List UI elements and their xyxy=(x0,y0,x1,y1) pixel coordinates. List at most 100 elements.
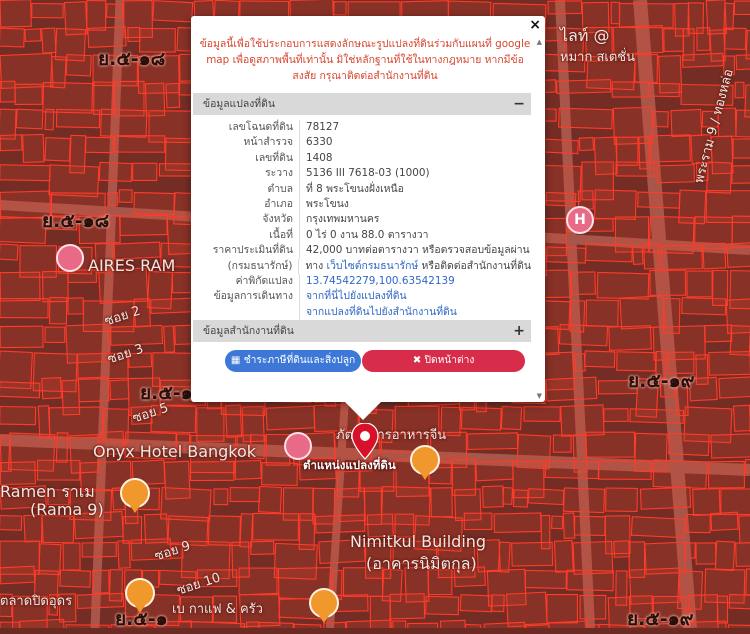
land-parcel[interactable] xyxy=(465,624,481,628)
land-parcel[interactable] xyxy=(709,352,750,376)
land-parcel[interactable] xyxy=(548,1,582,14)
land-parcel[interactable] xyxy=(580,595,606,619)
land-parcel[interactable] xyxy=(119,190,132,203)
land-parcel[interactable] xyxy=(513,490,527,507)
land-parcel[interactable] xyxy=(43,82,93,113)
land-parcel[interactable] xyxy=(567,570,614,591)
land-parcel[interactable] xyxy=(99,162,132,181)
land-parcel[interactable] xyxy=(561,405,604,436)
land-parcel[interactable] xyxy=(66,55,91,76)
land-parcel[interactable] xyxy=(0,28,24,47)
land-parcel[interactable] xyxy=(611,2,619,23)
place-label-bottom-left[interactable]: ตลาดปิดอุดร xyxy=(0,590,72,611)
land-parcel[interactable] xyxy=(730,325,750,355)
land-parcel[interactable] xyxy=(262,463,298,486)
land-parcel[interactable] xyxy=(42,378,62,399)
land-parcel[interactable] xyxy=(134,192,175,214)
land-parcel[interactable] xyxy=(0,272,40,301)
land-parcel[interactable] xyxy=(0,515,22,530)
land-parcel[interactable] xyxy=(133,163,157,180)
land-parcel[interactable] xyxy=(525,570,566,588)
land-parcel[interactable] xyxy=(682,298,726,315)
land-parcel[interactable] xyxy=(736,542,750,566)
land-parcel[interactable] xyxy=(571,272,595,295)
land-parcel[interactable] xyxy=(393,621,406,628)
land-parcel[interactable] xyxy=(554,540,573,572)
restaurant-marker-icon[interactable] xyxy=(410,445,440,475)
land-parcel[interactable] xyxy=(609,326,651,351)
land-parcel[interactable] xyxy=(16,109,43,129)
land-parcel[interactable] xyxy=(682,53,723,67)
cafe-marker-icon[interactable] xyxy=(309,588,339,618)
land-parcel[interactable] xyxy=(703,243,726,269)
place-marker-icon[interactable] xyxy=(284,432,312,460)
land-parcel[interactable] xyxy=(619,3,673,27)
land-parcel[interactable] xyxy=(0,135,22,151)
land-parcel[interactable] xyxy=(0,299,48,318)
land-parcel[interactable] xyxy=(101,109,147,137)
land-parcel[interactable] xyxy=(464,513,492,529)
land-parcel[interactable] xyxy=(528,489,564,505)
land-parcel[interactable] xyxy=(725,28,746,50)
land-parcel[interactable] xyxy=(638,192,680,208)
land-parcel[interactable] xyxy=(0,326,43,347)
land-parcel[interactable] xyxy=(23,134,44,162)
land-parcel[interactable] xyxy=(547,595,578,623)
land-parcel[interactable] xyxy=(483,486,504,507)
land-parcel[interactable] xyxy=(617,137,638,165)
land-parcel[interactable] xyxy=(214,489,228,505)
land-parcel[interactable] xyxy=(724,3,734,29)
place-marker-icon[interactable] xyxy=(56,244,84,272)
land-parcel[interactable] xyxy=(575,354,586,371)
land-parcel[interactable] xyxy=(711,434,750,459)
land-parcel[interactable] xyxy=(563,513,575,538)
land-parcel[interactable] xyxy=(498,542,510,572)
land-parcel[interactable] xyxy=(259,486,282,512)
pay-land-tax-button[interactable]: ▦ ชำระภาษีที่ดินและสิ่งปลูกสร้าง xyxy=(225,350,361,372)
land-parcel[interactable] xyxy=(745,459,750,473)
land-parcel[interactable] xyxy=(633,246,643,264)
collapse-icon[interactable]: − xyxy=(513,93,525,115)
land-parcel[interactable] xyxy=(63,543,80,570)
coordinates-link[interactable]: 13.74542279,100.63542139 xyxy=(306,275,455,287)
land-parcel[interactable] xyxy=(732,165,750,183)
land-parcel[interactable] xyxy=(258,622,293,628)
land-parcel[interactable] xyxy=(579,138,593,151)
land-parcel[interactable] xyxy=(293,624,321,628)
land-parcel[interactable] xyxy=(38,460,80,480)
land-parcel[interactable] xyxy=(604,409,628,422)
place-label-bottom-center[interactable]: เบ กาแฟ & ครัว xyxy=(172,598,263,619)
land-parcel[interactable] xyxy=(68,298,84,314)
scroll-up-icon[interactable]: ▲ xyxy=(537,38,542,46)
land-parcel[interactable] xyxy=(0,622,19,628)
land-parcel[interactable] xyxy=(736,53,750,70)
restaurant-marker-icon[interactable] xyxy=(125,578,155,608)
land-parcel[interactable] xyxy=(524,407,560,422)
directions-to-parcel-link[interactable]: จากที่นี่ไปยังแปลงที่ดิน xyxy=(306,290,407,302)
land-parcel[interactable] xyxy=(552,516,563,529)
land-parcel[interactable] xyxy=(120,215,167,235)
land-parcel[interactable] xyxy=(547,247,586,263)
land-parcel[interactable] xyxy=(739,514,750,543)
land-parcel[interactable] xyxy=(512,542,553,566)
land-parcel[interactable] xyxy=(114,136,164,152)
land-parcel[interactable] xyxy=(507,592,548,627)
land-parcel[interactable] xyxy=(39,544,61,575)
land-parcel[interactable] xyxy=(32,3,63,17)
land-parcel[interactable] xyxy=(686,514,710,532)
land-parcel[interactable] xyxy=(654,111,669,127)
land-parcel[interactable] xyxy=(45,327,65,342)
land-parcel[interactable] xyxy=(253,513,299,540)
land-parcel[interactable] xyxy=(650,270,686,295)
land-parcel[interactable] xyxy=(653,460,707,488)
land-parcel[interactable] xyxy=(735,82,744,97)
land-parcel[interactable] xyxy=(616,162,654,176)
land-parcel[interactable] xyxy=(0,382,40,398)
land-parcel[interactable] xyxy=(106,4,123,18)
land-parcel[interactable] xyxy=(42,516,74,543)
land-parcel[interactable] xyxy=(697,28,710,51)
land-parcel[interactable] xyxy=(82,542,116,557)
land-parcel[interactable] xyxy=(25,29,41,42)
land-parcel[interactable] xyxy=(166,83,180,107)
land-parcel[interactable] xyxy=(56,109,99,127)
